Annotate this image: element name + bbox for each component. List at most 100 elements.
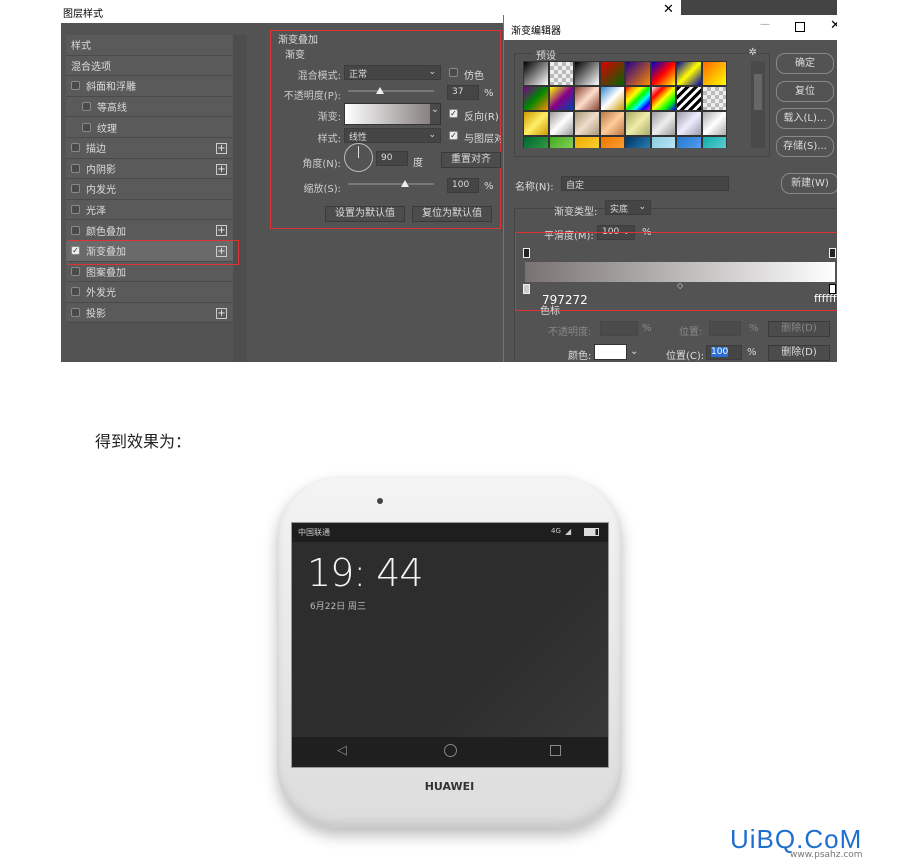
midpoint-diamond[interactable]: ◇ bbox=[677, 281, 683, 290]
save-button[interactable]: 存储(S)... bbox=[776, 136, 834, 157]
preset-swatch[interactable] bbox=[650, 61, 676, 86]
angle-dial[interactable] bbox=[344, 143, 373, 172]
checkbox[interactable] bbox=[71, 163, 80, 173]
preset-swatch[interactable] bbox=[625, 136, 651, 148]
align-checkbox[interactable]: ✓ bbox=[449, 131, 458, 140]
checkbox[interactable] bbox=[82, 102, 91, 112]
preset-swatch[interactable] bbox=[523, 61, 549, 86]
preset-swatch[interactable] bbox=[701, 61, 727, 86]
presets-scrollbar[interactable] bbox=[751, 61, 765, 148]
preset-swatch[interactable] bbox=[676, 111, 702, 136]
preset-swatch[interactable] bbox=[599, 111, 625, 136]
opacity-input[interactable]: 37 bbox=[447, 85, 479, 100]
add-icon[interactable]: + bbox=[216, 225, 227, 237]
checkbox[interactable] bbox=[71, 266, 80, 276]
checkbox[interactable] bbox=[82, 122, 91, 132]
recents-icon[interactable] bbox=[550, 745, 561, 756]
style-item[interactable]: 描边 + bbox=[66, 137, 233, 159]
chevron-down-icon[interactable]: ⌄ bbox=[630, 346, 638, 357]
style-item[interactable]: 投影 + bbox=[66, 302, 233, 324]
checkbox[interactable] bbox=[71, 225, 80, 235]
style-item[interactable]: 等高线 bbox=[66, 96, 233, 118]
gradient-preview[interactable]: ⌄ bbox=[344, 103, 441, 125]
close-icon[interactable]: ✕ bbox=[830, 18, 837, 33]
stop-opacity-input[interactable] bbox=[600, 321, 638, 336]
add-icon[interactable]: + bbox=[216, 307, 227, 319]
reset-align-button[interactable]: 重置对齐 bbox=[441, 152, 501, 168]
preset-swatch[interactable] bbox=[599, 136, 625, 148]
style-item[interactable]: 内阴影 + bbox=[66, 158, 233, 180]
reset-default-button[interactable]: 复位为默认值 bbox=[412, 206, 492, 222]
scale-input[interactable]: 100 bbox=[447, 178, 479, 193]
dither-checkbox[interactable] bbox=[449, 68, 458, 77]
preset-swatch[interactable] bbox=[676, 86, 702, 111]
list-scrollbar[interactable] bbox=[233, 35, 247, 362]
color-swatch[interactable] bbox=[594, 344, 627, 360]
preset-swatch[interactable] bbox=[701, 86, 727, 111]
style-item[interactable]: 混合选项 bbox=[66, 55, 233, 77]
preset-swatch[interactable] bbox=[548, 86, 574, 111]
preset-swatch[interactable] bbox=[599, 61, 625, 86]
opacity-position-input[interactable] bbox=[709, 321, 741, 336]
preset-swatch[interactable] bbox=[701, 111, 727, 136]
preset-swatch[interactable] bbox=[574, 136, 600, 148]
preset-swatch[interactable] bbox=[548, 61, 574, 86]
checkbox[interactable] bbox=[71, 308, 80, 318]
maximize-icon[interactable] bbox=[795, 22, 805, 32]
checkbox[interactable] bbox=[71, 184, 80, 194]
preset-swatch[interactable] bbox=[574, 111, 600, 136]
preset-swatch[interactable] bbox=[625, 61, 651, 86]
checkbox[interactable] bbox=[71, 81, 80, 91]
preset-swatch[interactable] bbox=[676, 61, 702, 86]
preset-swatch[interactable] bbox=[650, 111, 676, 136]
minimize-icon[interactable]: — bbox=[760, 19, 770, 30]
preset-swatch[interactable] bbox=[625, 111, 651, 136]
new-button[interactable]: 新建(W) bbox=[781, 173, 837, 194]
preset-swatch[interactable] bbox=[548, 111, 574, 136]
preset-swatch[interactable] bbox=[650, 86, 676, 111]
style-select[interactable]: 线性 ⌄ bbox=[344, 128, 441, 143]
gear-icon[interactable]: ✲ bbox=[749, 47, 757, 58]
slider-knob[interactable] bbox=[375, 87, 384, 94]
opacity-stop-right[interactable] bbox=[829, 248, 836, 258]
set-default-button[interactable]: 设置为默认值 bbox=[325, 206, 405, 222]
preset-swatch[interactable] bbox=[548, 136, 574, 148]
delete-color-button[interactable]: 删除(D) bbox=[768, 345, 830, 361]
preset-swatch[interactable] bbox=[599, 86, 625, 111]
reset-button[interactable]: 复位 bbox=[776, 81, 834, 102]
style-item[interactable]: 颜色叠加 + bbox=[66, 220, 233, 241]
preset-swatch[interactable] bbox=[676, 136, 702, 148]
blend-mode-select[interactable]: 正常 ⌄ bbox=[344, 65, 441, 80]
checkbox[interactable] bbox=[71, 287, 80, 297]
style-item[interactable]: 斜面和浮雕 bbox=[66, 76, 233, 97]
style-item[interactable]: 外发光 bbox=[66, 282, 233, 303]
style-item[interactable]: 样式 bbox=[66, 35, 233, 56]
name-input[interactable]: 自定 bbox=[561, 176, 729, 191]
checkbox[interactable] bbox=[71, 205, 80, 215]
preset-swatch[interactable] bbox=[625, 86, 651, 111]
slider-knob[interactable] bbox=[401, 180, 410, 187]
gradient-bar[interactable] bbox=[525, 262, 835, 282]
add-icon[interactable]: + bbox=[216, 142, 227, 154]
style-item[interactable]: 纹理 bbox=[66, 117, 233, 138]
delete-opacity-button[interactable]: 删除(D) bbox=[768, 321, 830, 337]
angle-input[interactable]: 90 bbox=[376, 151, 408, 166]
back-icon[interactable]: ◁ bbox=[337, 743, 347, 758]
preset-swatch[interactable] bbox=[574, 61, 600, 86]
ok-button[interactable]: 确定 bbox=[776, 53, 834, 74]
reverse-checkbox[interactable]: ✓ bbox=[449, 109, 458, 118]
type-select[interactable]: 实底 ⌄ bbox=[605, 200, 651, 215]
preset-swatch[interactable] bbox=[523, 86, 549, 111]
style-item[interactable]: 内发光 bbox=[66, 179, 233, 200]
checkbox[interactable] bbox=[71, 143, 80, 153]
home-icon[interactable] bbox=[444, 744, 457, 757]
load-button[interactable]: 载入(L)... bbox=[776, 108, 834, 129]
add-icon[interactable]: + bbox=[216, 163, 227, 175]
preset-swatch[interactable] bbox=[574, 86, 600, 111]
preset-swatch[interactable] bbox=[650, 136, 676, 148]
opacity-slider[interactable] bbox=[348, 87, 434, 94]
preset-swatch[interactable] bbox=[523, 136, 549, 148]
preset-swatch[interactable] bbox=[523, 111, 549, 136]
position-input[interactable]: 100 bbox=[706, 345, 742, 360]
preset-swatch[interactable] bbox=[701, 136, 727, 148]
